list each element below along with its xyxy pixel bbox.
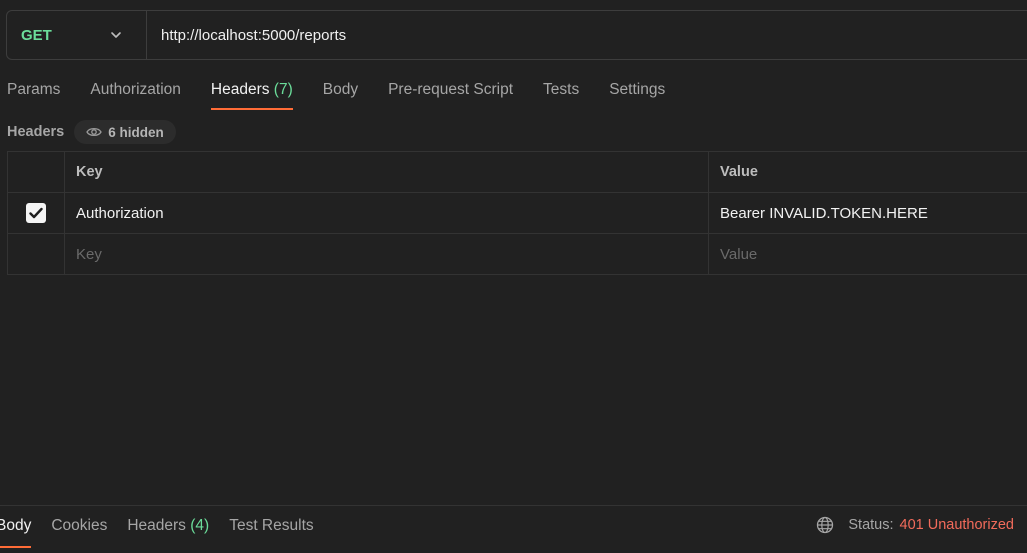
- method-select[interactable]: GET: [7, 11, 147, 59]
- checkbox-column-header: [8, 152, 65, 192]
- response-headers-count: (4): [190, 517, 210, 534]
- tab-tests[interactable]: Tests: [543, 76, 579, 110]
- response-tab-cookies[interactable]: Cookies: [51, 506, 107, 552]
- tab-body[interactable]: Body: [323, 76, 358, 110]
- hidden-count-label: 6 hidden: [108, 124, 164, 140]
- request-tabs: Params Authorization Headers (7) Body Pr…: [7, 76, 695, 112]
- key-input[interactable]: Key: [65, 234, 709, 274]
- tab-settings[interactable]: Settings: [609, 76, 665, 110]
- key-column-header: Key: [65, 152, 709, 192]
- row-checkbox-cell: [8, 193, 65, 233]
- response-tabs: Body Cookies Headers (4) Test Results: [0, 506, 334, 552]
- response-bar: Body Cookies Headers (4) Test Results St…: [0, 505, 1027, 553]
- tab-authorization[interactable]: Authorization: [90, 76, 180, 110]
- response-tab-headers[interactable]: Headers (4): [127, 506, 209, 552]
- tab-label: Headers: [127, 517, 186, 534]
- response-status: Status: 401 Unauthorized: [816, 516, 1014, 534]
- tab-label: Tests: [543, 81, 580, 98]
- row-checkbox[interactable]: [26, 203, 46, 223]
- hidden-headers-toggle[interactable]: 6 hidden: [74, 120, 176, 144]
- status-value[interactable]: 401 Unauthorized: [900, 517, 1014, 533]
- value-input[interactable]: Value: [709, 234, 1027, 274]
- response-tab-body[interactable]: Body: [0, 506, 32, 552]
- status-label: Status:: [848, 517, 894, 533]
- empty-checkbox-cell: [8, 234, 65, 274]
- header-value-cell[interactable]: Bearer INVALID.TOKEN.HERE: [709, 193, 1027, 233]
- eye-icon: [86, 127, 102, 137]
- headers-count: (7): [273, 81, 293, 98]
- tab-label: Body: [0, 517, 32, 534]
- response-tab-test-results[interactable]: Test Results: [229, 506, 313, 552]
- table-row: Authorization Bearer INVALID.TOKEN.HERE: [8, 193, 1027, 234]
- tab-label: Params: [7, 81, 61, 98]
- table-header-row: Key Value: [8, 152, 1027, 193]
- tab-headers[interactable]: Headers (7): [210, 76, 293, 110]
- tab-label: Cookies: [51, 517, 108, 534]
- headers-subheader: Headers 6 hidden: [7, 119, 176, 145]
- table-row-empty: Key Value: [8, 234, 1027, 274]
- headers-section-title: Headers: [7, 124, 65, 140]
- tab-label: Test Results: [229, 517, 314, 534]
- tab-pre-request-script[interactable]: Pre-request Script: [388, 76, 513, 110]
- tab-label: Headers: [210, 81, 270, 98]
- checkmark-icon: [29, 207, 43, 219]
- url-input[interactable]: http://localhost:5000/reports: [147, 11, 1027, 59]
- method-label: GET: [21, 26, 52, 44]
- globe-icon[interactable]: [816, 516, 834, 534]
- header-key-cell[interactable]: Authorization: [65, 193, 709, 233]
- url-bar: GET http://localhost:5000/reports: [6, 10, 1027, 60]
- tab-label: Body: [322, 81, 359, 98]
- tab-label: Settings: [609, 81, 666, 98]
- tab-label: Authorization: [90, 81, 181, 98]
- headers-table: Key Value Authorization Bearer INVALID.T…: [7, 151, 1027, 275]
- chevron-down-icon: [111, 32, 121, 38]
- value-column-header: Value: [720, 164, 758, 180]
- request-editor: GET http://localhost:5000/reports Params…: [0, 0, 1027, 553]
- tab-label: Pre-request Script: [388, 81, 514, 98]
- tab-params[interactable]: Params: [7, 76, 60, 110]
